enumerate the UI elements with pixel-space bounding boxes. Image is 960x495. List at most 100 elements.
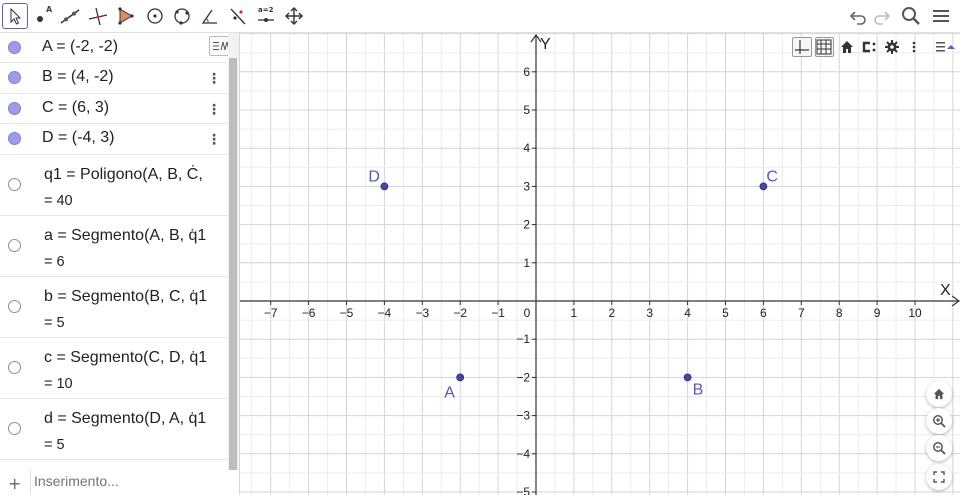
fullscreen-icon	[933, 471, 945, 483]
algebra-scrollbar[interactable]	[229, 58, 237, 486]
point-label-A[interactable]: A	[444, 384, 455, 401]
point-label-D[interactable]: D	[368, 168, 380, 185]
move-tool-button[interactable]	[2, 3, 28, 29]
algebra-row-A[interactable]: A = (-2, -2)	[0, 33, 228, 63]
zoom-home-button[interactable]	[926, 381, 952, 407]
x-tick-label: 1	[571, 306, 578, 320]
standard-view-button[interactable]	[837, 37, 856, 57]
algebra-row-d[interactable]: d = Segmento(D, A, q̇1 = 5	[0, 399, 228, 460]
axes-icon	[794, 40, 809, 54]
algebra-row-value: = 5	[44, 437, 65, 453]
visibility-toggle[interactable]	[8, 178, 21, 191]
toggle-axes-button[interactable]	[792, 37, 812, 57]
home-icon	[933, 388, 945, 400]
settings-button[interactable]	[882, 37, 901, 57]
search-button[interactable]	[898, 3, 924, 29]
x-tick-label: −7	[264, 306, 278, 320]
more-options-button[interactable]	[905, 37, 924, 57]
y-tick-label: 3	[523, 179, 530, 193]
algebra-row-definition[interactable]: A = (-2, -2)	[42, 38, 118, 56]
polygon-tool-icon	[118, 7, 134, 25]
gear-icon	[884, 40, 899, 54]
point-A[interactable]	[456, 373, 465, 382]
algebra-row-definition[interactable]: C = (6, 3)	[42, 99, 109, 117]
undo-button[interactable]	[845, 3, 871, 29]
visibility-toggle[interactable]	[8, 422, 21, 435]
move-graphics-tool-icon	[285, 7, 303, 25]
y-axis-label: Y	[540, 36, 551, 53]
undo-icon	[849, 11, 866, 25]
row-menu-icon[interactable]: ⋮	[207, 133, 221, 147]
algebra-row-a[interactable]: a = Segmento(A, B, q̇1 = 6	[0, 216, 228, 277]
input-bar: +	[0, 470, 239, 495]
cursor-arrow-icon	[10, 7, 22, 25]
zoom-out-button[interactable]	[926, 435, 952, 461]
x-tick-label: 0	[524, 306, 531, 320]
geogebra-app: A a=2 A = (-2, -2) B = (4, -2) ⋮ C = (6,…	[0, 0, 960, 495]
circle-three-points-tool-icon	[174, 8, 190, 25]
x-tick-label: 9	[874, 306, 881, 320]
algebra-row-definition[interactable]: b = Segmento(B, C, q̇1	[44, 288, 207, 306]
perpendicular-tool-button[interactable]	[85, 3, 111, 29]
point-label-B[interactable]: B	[693, 381, 704, 398]
graphics-view[interactable]: X Y −7 −6 −5 −4 −3 −2 −1 0 1 2 3 4 5 6 7 8 9 10 6 5 4 3 2 1 −1 −2 −3…	[240, 33, 960, 495]
add-input-icon[interactable]: +	[8, 474, 21, 493]
circle-three-points-tool-button[interactable]	[169, 3, 195, 29]
algebra-row-definition[interactable]: a = Segmento(A, B, q̇1	[44, 227, 206, 245]
point-B[interactable]	[683, 373, 692, 382]
move-graphics-tool-button[interactable]	[281, 3, 307, 29]
circle-center-tool-icon	[147, 8, 163, 24]
main-toolbar: A a=2	[0, 0, 960, 33]
x-tick-label: 7	[798, 306, 805, 320]
y-tick-label: −4	[516, 447, 530, 461]
x-tick-label: −5	[340, 306, 354, 320]
algebra-input-field[interactable]	[34, 473, 214, 489]
algebra-row-definition[interactable]: q1 = Poligono(A, B, Ċ,	[44, 166, 203, 184]
circle-center-tool-button[interactable]	[142, 3, 168, 29]
toggle-grid-button[interactable]	[814, 37, 835, 57]
algebra-row-b[interactable]: b = Segmento(B, C, q̇1 = 5	[0, 277, 228, 338]
x-axis-label: X	[940, 282, 951, 299]
y-tick-label: 1	[523, 256, 530, 270]
row-menu-icon[interactable]: ⋮	[207, 103, 221, 117]
visibility-toggle[interactable]	[8, 300, 21, 313]
angle-tool-button[interactable]	[197, 3, 223, 29]
algebra-row-definition[interactable]: D = (-4, 3)	[42, 129, 114, 147]
visibility-toggle[interactable]	[8, 41, 21, 54]
polygon-tool-button[interactable]	[112, 3, 138, 29]
style-bar-toggle-button[interactable]	[935, 39, 955, 55]
reflect-tool-icon	[230, 8, 246, 25]
algebra-row-value: = 6	[44, 254, 65, 270]
algebra-row-definition[interactable]: c = Segmento(C, D, q̇1	[44, 349, 207, 367]
reflect-tool-button[interactable]	[225, 3, 251, 29]
visibility-toggle[interactable]	[8, 132, 21, 145]
point-label-C[interactable]: C	[766, 168, 778, 185]
algebra-row-definition[interactable]: B = (4, -2)	[42, 68, 114, 86]
visibility-toggle[interactable]	[8, 361, 21, 374]
algebra-row-definition[interactable]: d = Segmento(D, A, q̇1	[44, 410, 206, 428]
zoom-in-button[interactable]	[926, 408, 952, 434]
visibility-toggle[interactable]	[8, 71, 21, 84]
point-D[interactable]	[380, 182, 389, 191]
algebra-row-c[interactable]: c = Segmento(C, D, q̇1 = 10	[0, 338, 228, 399]
angle-tool-icon	[201, 9, 217, 24]
algebra-row-D[interactable]: D = (-4, 3) ⋮	[0, 124, 228, 155]
algebra-row-B[interactable]: B = (4, -2) ⋮	[0, 63, 228, 94]
y-tick-label: −5	[516, 485, 530, 495]
algebra-row-C[interactable]: C = (6, 3) ⋮	[0, 94, 228, 124]
x-tick-label: −2	[453, 306, 467, 320]
redo-button[interactable]	[869, 3, 895, 29]
visibility-toggle[interactable]	[8, 102, 21, 115]
slider-tool-button[interactable]: a=2	[253, 3, 279, 29]
algebra-row-value: = 40	[44, 193, 73, 209]
row-menu-icon[interactable]: ⋮	[207, 72, 221, 86]
fullscreen-button[interactable]	[926, 464, 952, 490]
algebra-row-q1[interactable]: q1 = Poligono(A, B, Ċ, = 40	[0, 155, 228, 216]
x-tick-label: 4	[684, 306, 691, 320]
line-tool-button[interactable]	[57, 3, 83, 29]
main-menu-button[interactable]	[928, 3, 954, 29]
visibility-toggle[interactable]	[8, 239, 21, 252]
coordinate-plane[interactable]: X Y −7 −6 −5 −4 −3 −2 −1 0 1 2 3 4 5 6 7 8 9 10 6 5 4 3 2 1 −1 −2 −3…	[240, 33, 960, 495]
point-tool-button[interactable]: A	[30, 3, 56, 29]
capture-button[interactable]	[860, 37, 879, 57]
